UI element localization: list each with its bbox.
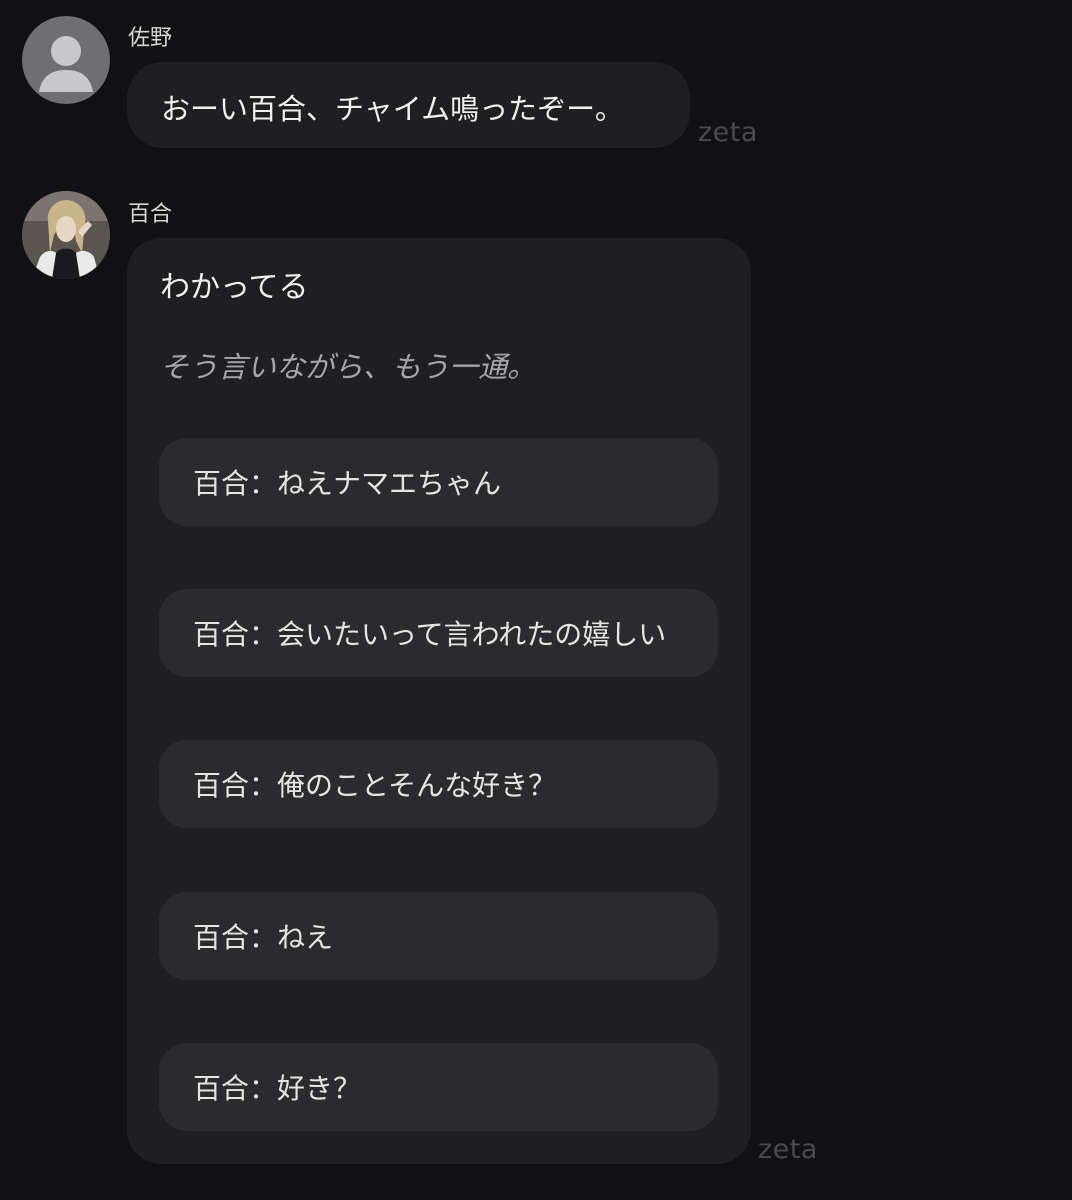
quoted-message-text: 百合：ねえ bbox=[193, 921, 334, 954]
sender-name: 佐野 bbox=[128, 26, 173, 51]
chat-log: 佐野 おーい百合、チャイム鳴ったぞー。 zeta 百合 わかってる そう言いなが… bbox=[0, 0, 1072, 1200]
message-text: わかってる bbox=[160, 270, 309, 305]
quoted-message-text: 百合：ねえナマエちゃん bbox=[193, 467, 502, 500]
quoted-message-text: 百合：好き？ bbox=[193, 1072, 362, 1105]
avatar-character[interactable] bbox=[22, 191, 110, 279]
sender-name: 百合 bbox=[128, 202, 173, 227]
quoted-message: 百合：ねえナマエちゃん bbox=[159, 438, 718, 526]
message-text: おーい百合、チャイム鳴ったぞー。 bbox=[161, 92, 624, 126]
quoted-message: 百合：好き？ bbox=[159, 1043, 718, 1131]
message-bubble: おーい百合、チャイム鳴ったぞー。 bbox=[127, 62, 690, 148]
quoted-message: 百合：会いたいって言われたの嬉しい bbox=[159, 589, 718, 677]
avatar-default-user[interactable] bbox=[22, 16, 110, 104]
watermark: zeta bbox=[698, 117, 758, 148]
quoted-message-text: 百合：会いたいって言われたの嬉しい bbox=[193, 618, 667, 651]
message-bubble: わかってる そう言いながら、もう一通。 百合：ねえナマエちゃん 百合：会いたいっ… bbox=[127, 238, 751, 1164]
quoted-message: 百合：ねえ bbox=[159, 892, 718, 980]
narration-text: そう言いながら、もう一通。 bbox=[160, 350, 537, 384]
watermark: zeta bbox=[758, 1134, 818, 1165]
character-portrait bbox=[22, 191, 110, 279]
quoted-message-text: 百合：俺のことそんな好き？ bbox=[193, 769, 557, 802]
quoted-message: 百合：俺のことそんな好き？ bbox=[159, 740, 718, 828]
user-silhouette-icon bbox=[39, 36, 93, 92]
